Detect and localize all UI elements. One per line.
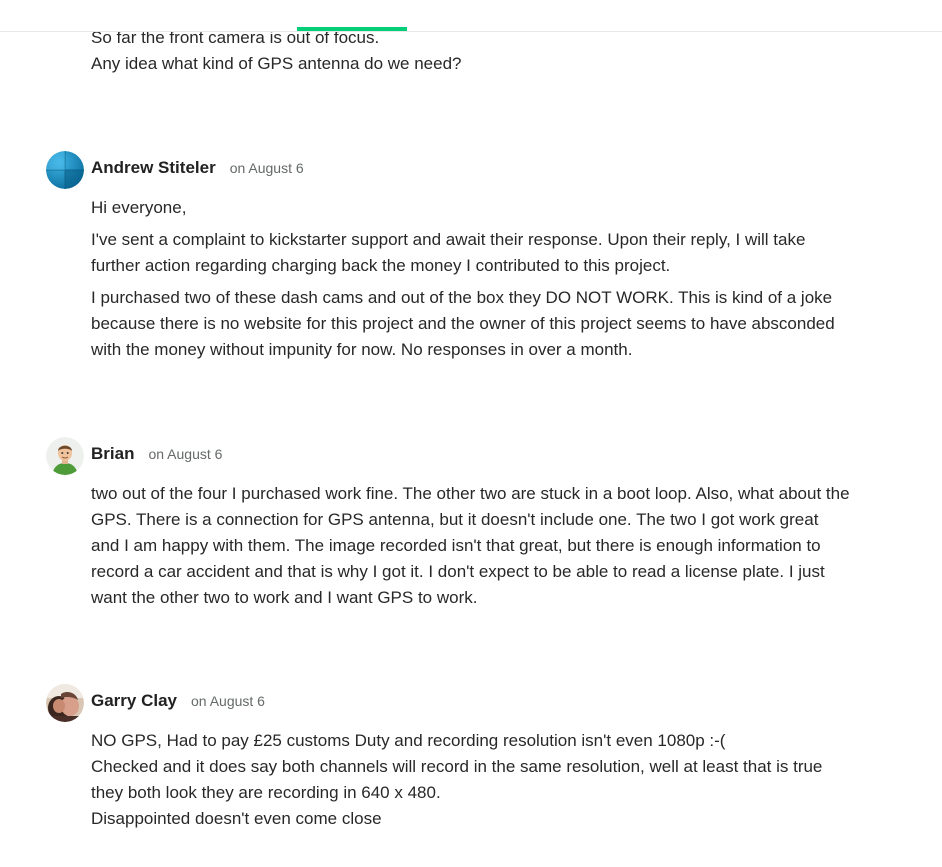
comment-body: Hi everyone, I've sent a complaint to ki… (91, 195, 835, 369)
comment-line: with the money without impunity for now.… (91, 340, 633, 359)
comment-line: Checked and it does say both channels wi… (91, 757, 823, 776)
comment-line: they both look they are recording in 640… (91, 783, 441, 802)
cartoon-man-avatar-icon (46, 437, 84, 475)
comment-line: and I am happy with them. The image reco… (91, 536, 821, 555)
comment-header: Andrew Stiteler on August 6 (91, 158, 304, 178)
comment-date[interactable]: on August 6 (191, 693, 265, 709)
comment-header: Brian on August 6 (91, 444, 222, 464)
comment-header: Garry Clay on August 6 (91, 691, 265, 711)
comment-line: want the other two to work and I want GP… (91, 588, 478, 607)
comment-paragraph: NO GPS, Had to pay £25 customs Duty and … (91, 728, 822, 832)
comment-paragraph: I've sent a complaint to kickstarter sup… (91, 227, 835, 279)
comment-body: NO GPS, Had to pay £25 customs Duty and … (91, 728, 822, 832)
blue-sphere-avatar-icon (46, 151, 84, 189)
comment-line: because there is no website for this pro… (91, 314, 835, 333)
active-tab-indicator (297, 27, 407, 31)
comment-line: Any idea what kind of GPS antenna do we … (91, 54, 462, 73)
comment-line: NO GPS, Had to pay £25 customs Duty and … (91, 731, 726, 750)
avatar[interactable] (46, 437, 84, 475)
author-name[interactable]: Andrew Stiteler (91, 158, 216, 177)
comment-paragraph: I purchased two of these dash cams and o… (91, 285, 835, 363)
photo-avatar-icon (46, 684, 84, 722)
avatar[interactable] (46, 151, 84, 189)
comment-paragraph: two out of the four I purchased work fin… (91, 481, 850, 611)
comment-date[interactable]: on August 6 (230, 160, 304, 176)
comment-line: Disappointed doesn't even come close (91, 809, 382, 828)
author-name[interactable]: Garry Clay (91, 691, 177, 710)
previous-comment-text: So far the front camera is out of focus.… (91, 25, 461, 77)
comment-line: Hi everyone, (91, 198, 187, 217)
comment-line: record a car accident and that is why I … (91, 562, 825, 581)
comment-date[interactable]: on August 6 (148, 446, 222, 462)
comment-line: I purchased two of these dash cams and o… (91, 288, 833, 307)
comment-body: two out of the four I purchased work fin… (91, 481, 850, 611)
comment-line: I've sent a complaint to kickstarter sup… (91, 230, 806, 249)
avatar[interactable] (46, 684, 84, 722)
comment-line: GPS. There is a connection for GPS anten… (91, 510, 819, 529)
comment-paragraph: Hi everyone, (91, 195, 835, 221)
comment-line: further action regarding charging back t… (91, 256, 671, 275)
author-name[interactable]: Brian (91, 444, 134, 463)
comment-line: two out of the four I purchased work fin… (91, 484, 850, 503)
top-navigation-bar (0, 0, 942, 32)
